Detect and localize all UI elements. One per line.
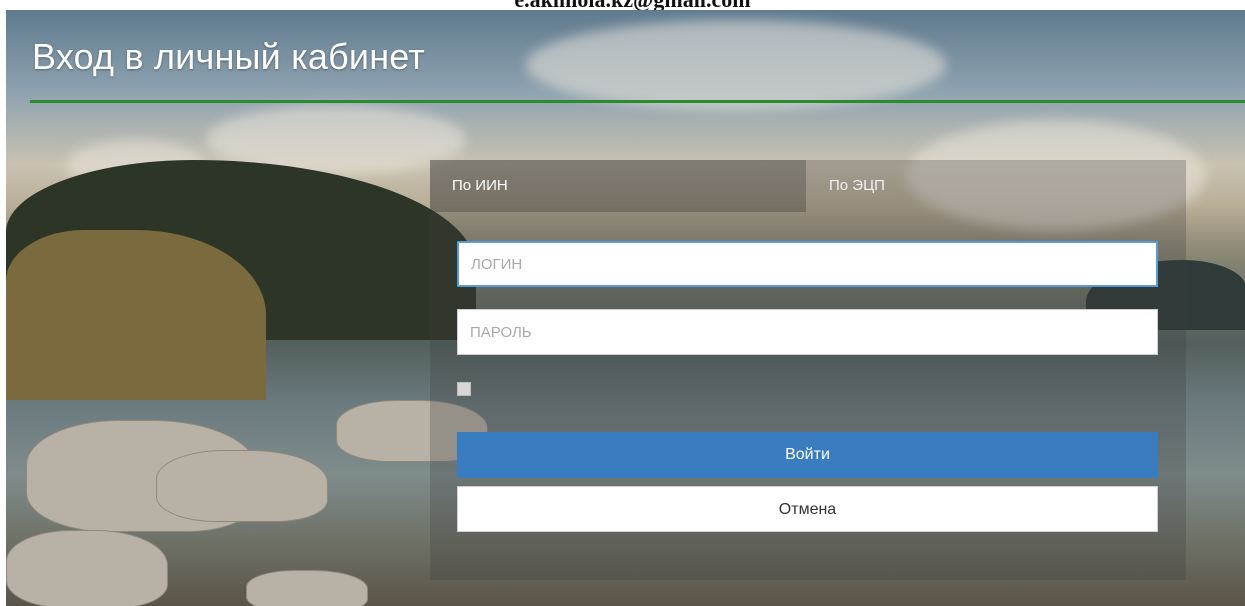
background-landscape: Вход в личный кабинет По ИИН По ЭЦП Войт… [6,10,1245,606]
rock-shape [6,530,168,606]
page-title: Вход в личный кабинет [32,36,425,77]
remember-checkbox[interactable] [457,382,471,396]
dry-grass [6,230,266,400]
tab-ecp[interactable]: По ЭЦП [806,160,1186,212]
password-input[interactable] [457,309,1158,355]
login-input[interactable] [457,241,1158,287]
tab-iin[interactable]: По ИИН [430,160,806,212]
rock-shape [246,570,368,606]
title-divider [30,100,1245,103]
cancel-button[interactable]: Отмена [457,486,1158,532]
rock-shape [156,450,328,522]
login-button[interactable]: Войти [457,432,1158,478]
cloud-shape [526,20,946,110]
login-panel: По ИИН По ЭЦП Войти Отмена [430,160,1186,580]
